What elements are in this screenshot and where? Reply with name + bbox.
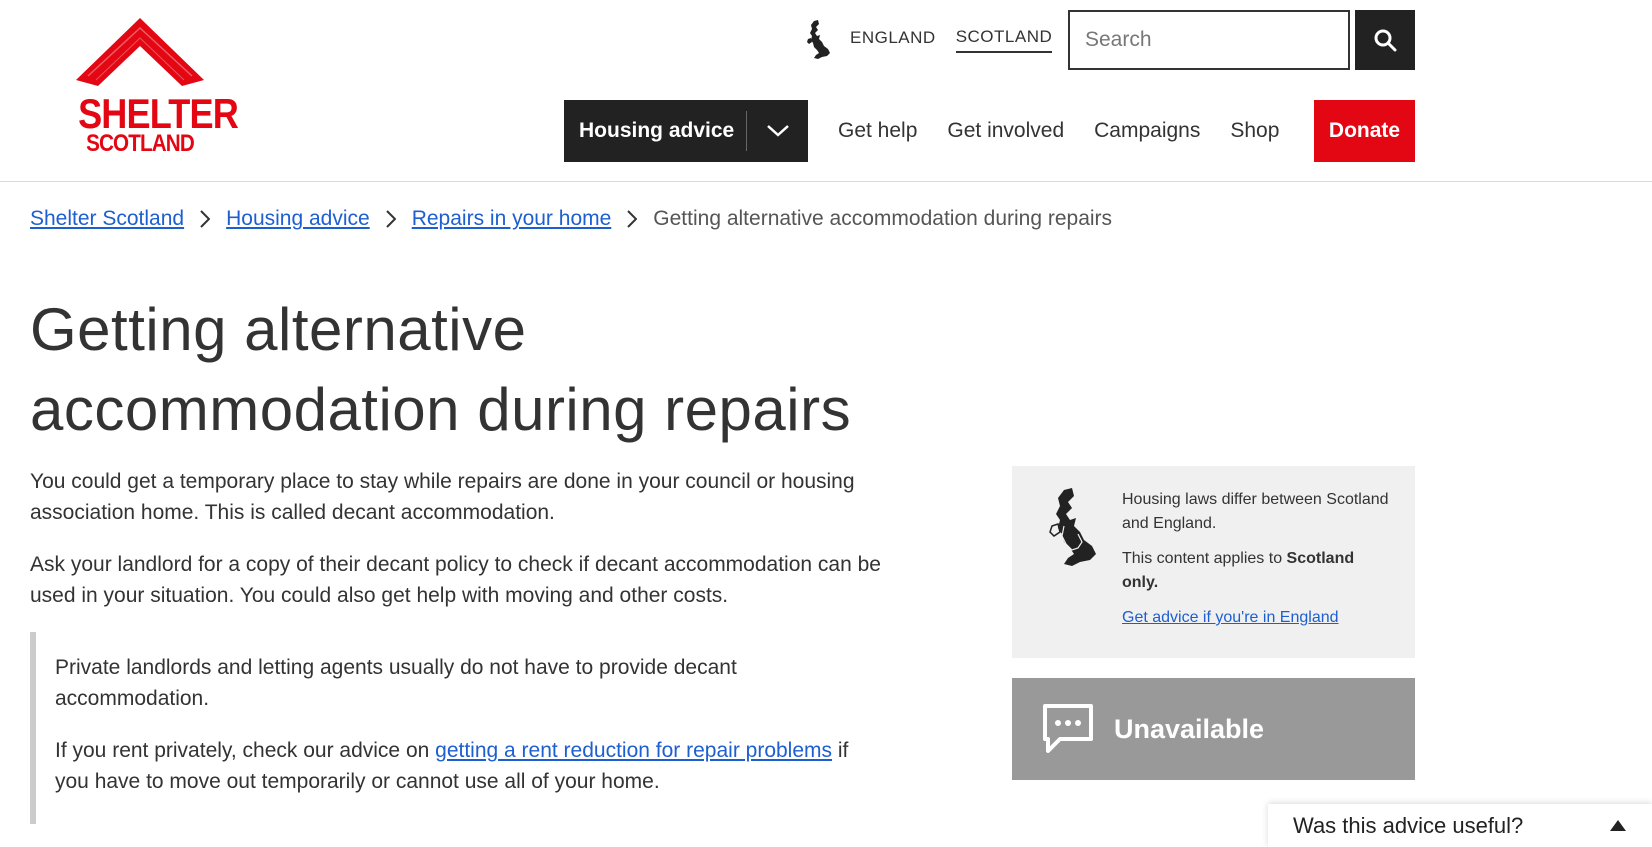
region-scotland-link[interactable]: SCOTLAND — [955, 27, 1053, 53]
callout-paragraph-1: Private landlords and letting agents usu… — [55, 656, 737, 710]
donate-button[interactable]: Donate — [1314, 100, 1415, 162]
england-advice-link[interactable]: Get advice if you're in England — [1122, 609, 1339, 626]
caret-up-icon — [1610, 820, 1626, 831]
search-input[interactable] — [1070, 12, 1348, 68]
nav-link-campaigns[interactable]: Campaigns — [1094, 119, 1200, 143]
private-renters-callout: Private landlords and letting agents usu… — [30, 632, 910, 824]
nav-housing-advice[interactable]: Housing advice — [564, 100, 808, 162]
region-panel-line-2: This content applies to Scotland only. — [1122, 547, 1392, 595]
nav-housing-advice-label: Housing advice — [579, 119, 735, 142]
chat-bubble-icon — [1043, 704, 1093, 753]
callout-paragraph-2: If you rent privately, check our advice … — [55, 735, 885, 797]
search-button[interactable] — [1355, 10, 1415, 70]
nav-link-get-involved[interactable]: Get involved — [947, 119, 1064, 143]
feedback-label: Was this advice useful? — [1293, 812, 1524, 838]
decant-policy-paragraph: Ask your landlord for a copy of their de… — [30, 553, 881, 607]
webchat-status[interactable]: Unavailable — [1012, 678, 1415, 780]
breadcrumb-current: Getting alternative accommodation during… — [653, 207, 1113, 230]
logo-text-scotland: SCOTLAND — [86, 130, 195, 157]
intro-paragraph: You could get a temporary place to stay … — [30, 470, 855, 524]
breadcrumb-shelter-scotland[interactable]: Shelter Scotland — [30, 207, 184, 231]
uk-map-icon — [1049, 488, 1096, 566]
breadcrumb: Shelter Scotland Housing advice Repairs … — [30, 204, 1112, 234]
nav-dropdown-toggle[interactable] — [747, 100, 808, 162]
shelter-scotland-logo[interactable]: SHELTER SCOTLAND — [68, 14, 239, 157]
chevron-right-icon — [627, 210, 638, 228]
chevron-right-icon — [200, 210, 211, 228]
region-panel-text: Housing laws differ between Scotland and… — [1122, 488, 1392, 630]
nav-link-shop[interactable]: Shop — [1230, 119, 1279, 143]
chevron-down-icon — [766, 125, 789, 137]
breadcrumb-housing-advice[interactable]: Housing advice — [226, 207, 370, 231]
region-england-link[interactable]: ENGLAND — [850, 28, 936, 52]
search-box — [1068, 10, 1350, 70]
roof-icon — [76, 18, 204, 86]
search-icon — [1374, 29, 1397, 52]
chevron-right-icon — [385, 210, 396, 228]
page-title: Getting alternative accommodation during… — [30, 296, 852, 443]
main-nav: Housing advice Get help Get involved Cam… — [564, 100, 1279, 162]
nav-link-get-help[interactable]: Get help — [838, 119, 917, 143]
region-panel-applies: This content applies to — [1122, 550, 1287, 567]
feedback-tab[interactable]: Was this advice useful? — [1268, 804, 1652, 847]
chat-status-label: Unavailable — [1114, 713, 1265, 744]
region-panel-line-3: Get advice if you're in England — [1122, 606, 1392, 630]
uk-map-icon — [807, 20, 830, 59]
breadcrumb-repairs[interactable]: Repairs in your home — [412, 207, 612, 231]
rent-reduction-link[interactable]: getting a rent reduction for repair prob… — [435, 739, 832, 762]
region-switch: ENGLAND SCOTLAND — [806, 20, 1072, 60]
region-info-panel: Housing laws differ between Scotland and… — [1012, 466, 1415, 658]
region-panel-line-1: Housing laws differ between Scotland and… — [1122, 491, 1389, 532]
site-header: SHELTER SCOTLAND ENGLAND SCOTLAND Housin… — [0, 0, 1652, 182]
callout-text-before: If you rent privately, check our advice … — [55, 739, 436, 762]
